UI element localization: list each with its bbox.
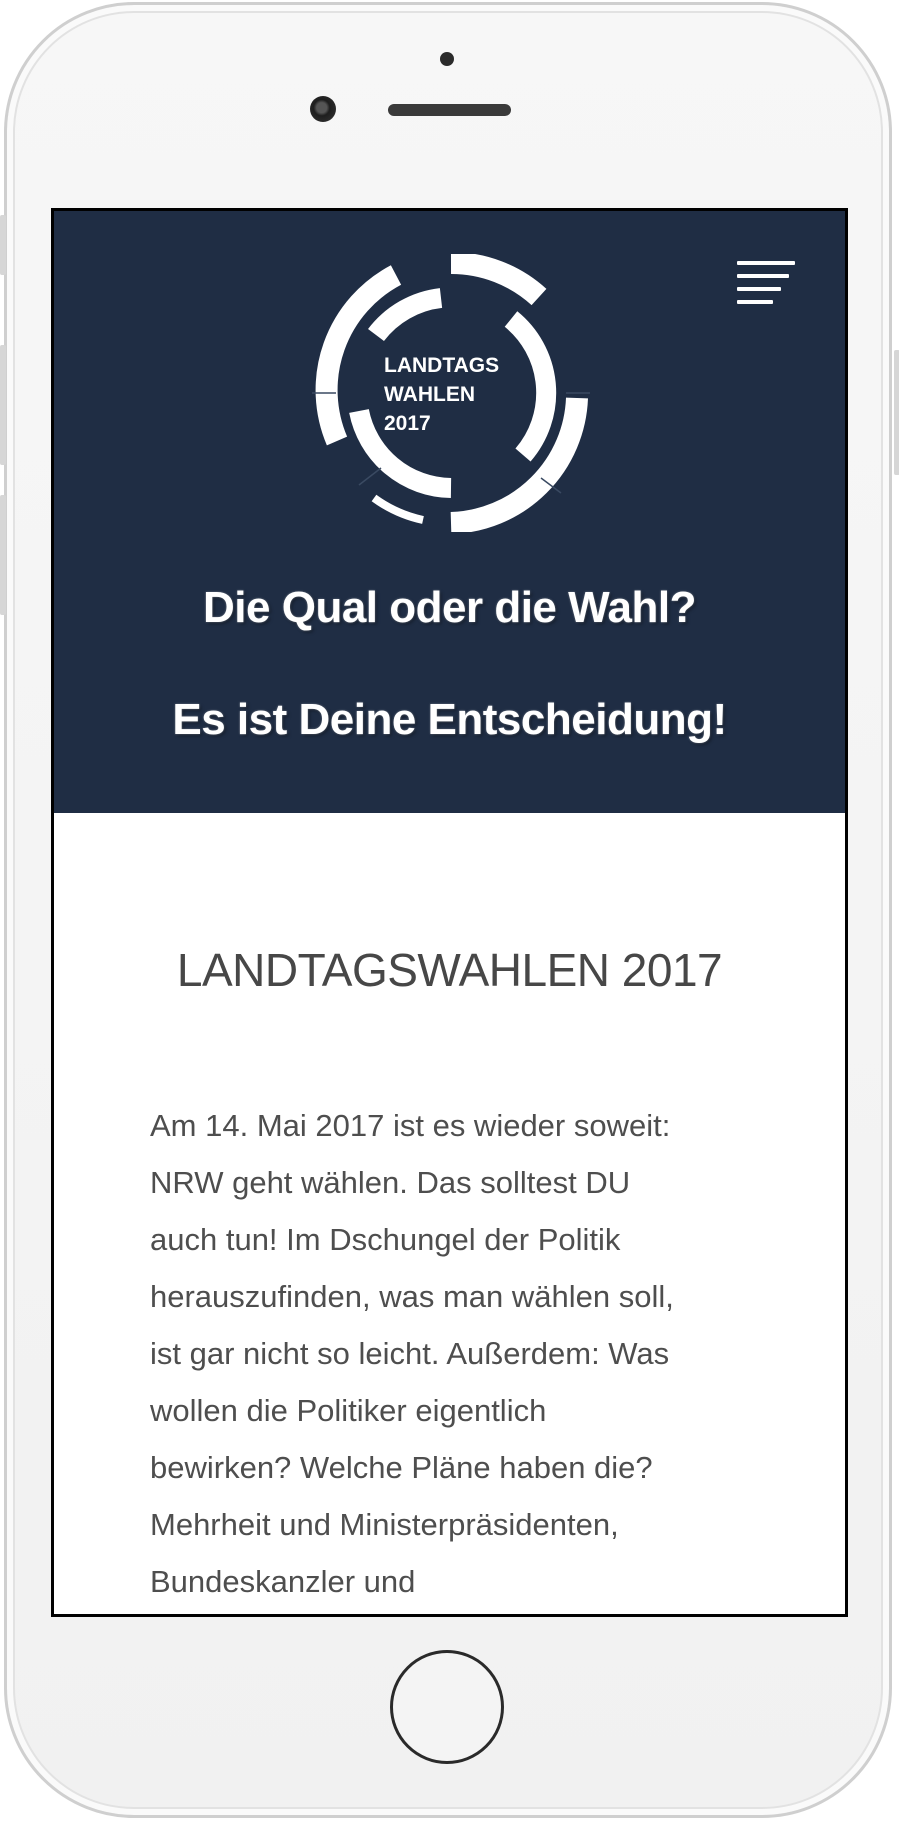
home-button[interactable] (390, 1650, 504, 1764)
body-line: Am 14. Mai 2017 ist es wieder soweit: (150, 1108, 671, 1143)
logo-line-1: LANDTAGS (384, 354, 500, 377)
body-line: bewirken? Welche Pläne haben die? (150, 1450, 653, 1485)
body-line: NRW geht wählen. Das solltest DU (150, 1165, 631, 1200)
body-line: wollen die Politiker eigentlich (150, 1393, 547, 1428)
body-line: auch tun! Im Dschungel der Politik (150, 1222, 621, 1257)
body-line: ist gar nicht so leicht. Außerdem: Was (150, 1336, 670, 1371)
hero-headline-2: Es ist Deine Entscheidung! (172, 695, 727, 744)
body-line: herauszufinden, was man wählen soll, (150, 1279, 674, 1314)
logo-text: LANDTAGS WAHLEN 2017 (384, 351, 524, 438)
hero-section: LANDTAGS WAHLEN 2017 Die Qual oder die W… (54, 211, 845, 813)
body-line: Mehrheit und Ministerpräsidenten, (150, 1507, 619, 1542)
side-button-volume-down (0, 495, 6, 615)
phone-screen: LANDTAGS WAHLEN 2017 Die Qual oder die W… (51, 208, 848, 1617)
hero-headline-1: Die Qual oder die Wahl? (203, 583, 696, 632)
earpiece-speaker (388, 104, 511, 116)
side-button-power (894, 350, 899, 475)
side-button-volume-up (0, 345, 6, 465)
hamburger-menu-icon[interactable] (737, 261, 797, 305)
web-page: LANDTAGS WAHLEN 2017 Die Qual oder die W… (54, 211, 845, 1614)
front-camera (310, 96, 336, 122)
logo-line-3: 2017 (384, 412, 431, 435)
logo-line-2: WAHLEN (384, 383, 475, 406)
page-title: LANDTAGSWAHLEN 2017 (176, 944, 723, 996)
proximity-sensor (440, 52, 454, 66)
article-body: Am 14. Mai 2017 ist es wieder soweit: NR… (150, 1097, 770, 1610)
side-button-mute (0, 215, 6, 275)
body-line: Bundeskanzler und (150, 1564, 416, 1599)
